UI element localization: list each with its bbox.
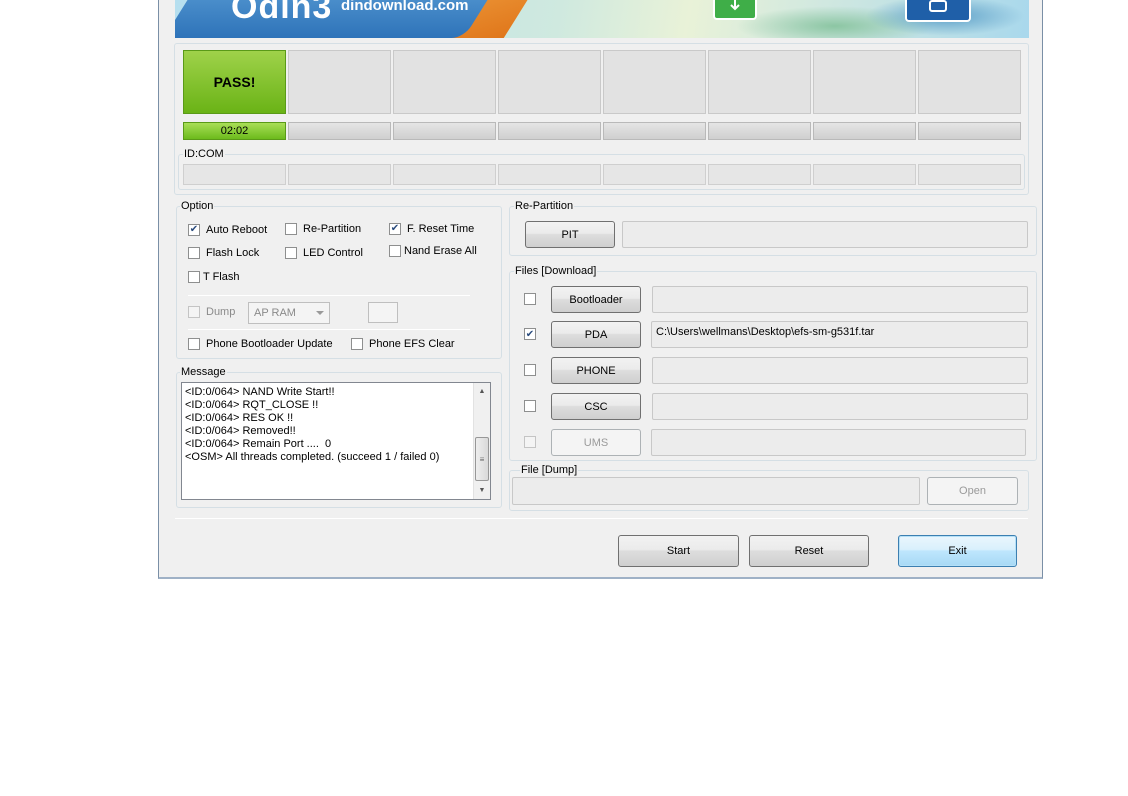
idcom-3 [393, 164, 496, 185]
port-progress-5 [603, 122, 706, 140]
banner-image: Odin3 dindownload.com [175, 0, 1029, 38]
repartition-label: Re-Partition [514, 200, 575, 212]
check-icon: ✔ [188, 224, 200, 236]
port-status-1: PASS! [183, 50, 286, 114]
option-separator-2 [188, 329, 470, 330]
idcom-8 [918, 164, 1021, 185]
ums-button[interactable]: UMS [551, 429, 641, 456]
file-dump-label: File [Dump] [520, 464, 579, 476]
dump-checkbox[interactable]: Dump [188, 306, 235, 318]
led-control-checkbox[interactable]: LED Control [285, 247, 363, 259]
phone-checkbox[interactable] [524, 364, 536, 376]
message-scrollbar[interactable]: ▲ ≡ ▼ [473, 383, 490, 499]
check-icon: ✔ [525, 328, 535, 340]
pda-path-field[interactable]: C:\Users\wellmans\Desktop\efs-sm-g531f.t… [651, 321, 1028, 348]
phone-button[interactable]: PHONE [551, 357, 641, 384]
port-status-5 [603, 50, 706, 114]
idcom-2 [288, 164, 391, 185]
dump-target-select[interactable]: AP RAM [248, 302, 330, 324]
banner-logo: Odin3 [231, 0, 333, 26]
pda-checkbox[interactable]: ✔ [524, 328, 536, 340]
message-log[interactable]: <ID:0/064> NAND Write Start!! <ID:0/064>… [181, 382, 491, 500]
t-flash-checkbox[interactable]: T Flash [188, 271, 239, 283]
port-status-3 [393, 50, 496, 114]
auto-reboot-checkbox[interactable]: ✔ Auto Reboot [188, 224, 267, 236]
open-button[interactable]: Open [927, 477, 1018, 505]
bottom-separator [175, 518, 1028, 519]
port-status-6 [708, 50, 811, 114]
scroll-up-arrow-icon[interactable]: ▲ [474, 383, 490, 400]
file-dump-path-field[interactable] [512, 477, 920, 505]
port-progress-2 [288, 122, 391, 140]
port-progress-3 [393, 122, 496, 140]
chevron-down-icon [316, 311, 324, 315]
exit-button[interactable]: Exit [898, 535, 1017, 567]
phone-path-field[interactable] [652, 357, 1028, 384]
device-pin-icon [905, 0, 971, 22]
message-text: <ID:0/064> NAND Write Start!! <ID:0/064>… [185, 386, 440, 463]
port-progress-1: 02:02 [183, 122, 286, 140]
scroll-thumb[interactable]: ≡ [475, 437, 489, 481]
odin-window: Odin3 dindownload.com PASS! 02:02 ID:COM… [158, 0, 1043, 579]
port-progress-4 [498, 122, 601, 140]
bootloader-path-field[interactable] [652, 286, 1028, 313]
csc-button[interactable]: CSC [551, 393, 641, 420]
bootloader-checkbox[interactable] [524, 293, 536, 305]
port-progress-8 [918, 122, 1021, 140]
scroll-down-arrow-icon[interactable]: ▼ [474, 482, 490, 499]
port-status-8 [918, 50, 1021, 114]
files-label: Files [Download] [514, 265, 598, 277]
idcom-6 [708, 164, 811, 185]
reset-button[interactable]: Reset [749, 535, 869, 567]
flash-lock-checkbox[interactable]: Flash Lock [188, 247, 259, 259]
idcom-5 [603, 164, 706, 185]
port-status-7 [813, 50, 916, 114]
download-pin-icon [713, 0, 757, 20]
port-progress-6 [708, 122, 811, 140]
start-button[interactable]: Start [618, 535, 739, 567]
nand-erase-all-checkbox[interactable]: Nand Erase All [389, 245, 477, 257]
idcom-1 [183, 164, 286, 185]
port-progress-7 [813, 122, 916, 140]
message-label: Message [180, 366, 227, 378]
f-reset-time-checkbox[interactable]: ✔ F. Reset Time [389, 223, 474, 235]
pit-path-field[interactable] [622, 221, 1028, 248]
idcom-4 [498, 164, 601, 185]
option-separator-1 [188, 295, 470, 296]
csc-checkbox[interactable] [524, 400, 536, 412]
idcom-7 [813, 164, 916, 185]
port-status-4 [498, 50, 601, 114]
ums-checkbox[interactable] [524, 436, 536, 448]
pit-button[interactable]: PIT [525, 221, 615, 248]
idcom-label: ID:COM [183, 148, 225, 160]
dump-value-field[interactable] [368, 302, 398, 323]
port-status-2 [288, 50, 391, 114]
option-label: Option [180, 200, 215, 212]
banner-site: dindownload.com [341, 0, 469, 14]
check-icon: ✔ [389, 223, 401, 235]
csc-path-field[interactable] [652, 393, 1028, 420]
re-partition-checkbox[interactable]: Re-Partition [285, 223, 361, 235]
ums-path-field[interactable] [651, 429, 1026, 456]
phone-bootloader-update-checkbox[interactable]: Phone Bootloader Update [188, 338, 333, 350]
bootloader-button[interactable]: Bootloader [551, 286, 641, 313]
phone-efs-clear-checkbox[interactable]: Phone EFS Clear [351, 338, 455, 350]
pda-button[interactable]: PDA [551, 321, 641, 348]
